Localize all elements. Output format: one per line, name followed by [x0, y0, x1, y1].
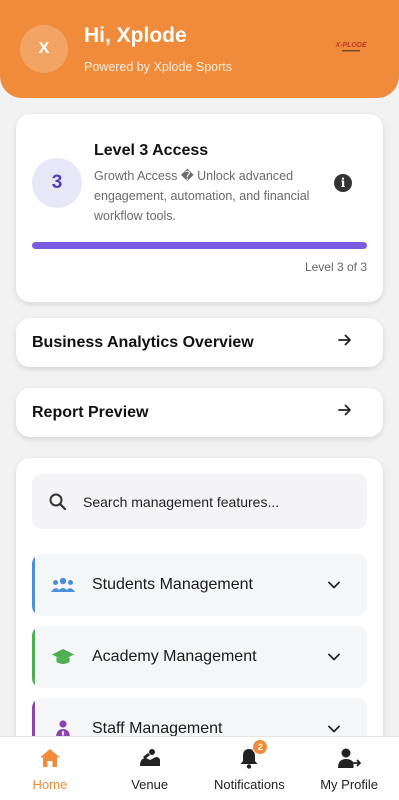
notification-badge: 2 [252, 739, 269, 755]
graduation-cap-icon [50, 646, 76, 668]
search-input[interactable] [83, 493, 353, 510]
level-access-card: 3 Level 3 Access Growth Access � Unlock … [16, 114, 383, 302]
students-icon [50, 574, 76, 596]
level-number-badge: 3 [32, 158, 82, 208]
report-preview-title: Report Preview [32, 403, 149, 421]
nav-notifications-label: Notifications [213, 777, 285, 792]
arrow-right-icon [337, 332, 353, 353]
profile-icon [336, 745, 362, 771]
nav-my-profile-label: My Profile [320, 777, 379, 792]
level-title: Level 3 Access [94, 142, 209, 159]
greeting-title: Hi, Xplode [84, 24, 187, 47]
nav-venue[interactable]: Venue [100, 737, 200, 800]
search-icon [48, 492, 68, 512]
academy-management-item[interactable]: Academy Management [32, 626, 367, 688]
level-progress-bar [32, 242, 367, 249]
search-box[interactable] [32, 474, 367, 529]
chevron-down-icon [327, 650, 341, 664]
home-icon [37, 745, 63, 771]
app-header: X Hi, Xplode Powered by Xplode Sports X-… [0, 0, 399, 98]
business-analytics-card[interactable]: Business Analytics Overview [16, 318, 383, 367]
nav-home[interactable]: Home [0, 737, 100, 800]
brand-logo: X-PLODE [334, 42, 367, 52]
info-icon[interactable]: i [334, 174, 352, 192]
report-preview-card[interactable]: Report Preview [16, 388, 383, 437]
students-management-label: Students Management [92, 576, 253, 593]
item-accent-bar [32, 626, 35, 688]
bottom-navigation: Home Venue 2 Notifications My Profile [0, 736, 399, 800]
management-features-card: Students Management Academy Management S… [16, 458, 383, 758]
nav-venue-label: Venue [131, 777, 169, 792]
academy-management-label: Academy Management [92, 648, 257, 665]
chevron-down-icon [327, 578, 341, 592]
svg-text:X-PLODE: X-PLODE [334, 42, 366, 49]
arrow-right-icon [337, 402, 353, 423]
nav-notifications[interactable]: 2 Notifications [200, 737, 300, 800]
item-accent-bar [32, 554, 35, 616]
level-progress-fill [32, 242, 367, 249]
bell-icon: 2 [236, 739, 269, 771]
business-analytics-title: Business Analytics Overview [32, 333, 254, 351]
chevron-down-icon [327, 722, 341, 736]
venue-icon [137, 745, 163, 771]
level-progress-label: Level 3 of 3 [304, 260, 367, 274]
level-description: Growth Access � Unlock advanced engageme… [94, 169, 310, 223]
nav-home-label: Home [32, 777, 68, 792]
powered-by-text: Powered by Xplode Sports [84, 60, 233, 74]
students-management-item[interactable]: Students Management [32, 554, 367, 616]
avatar[interactable]: X [20, 25, 68, 73]
nav-my-profile[interactable]: My Profile [299, 737, 399, 800]
